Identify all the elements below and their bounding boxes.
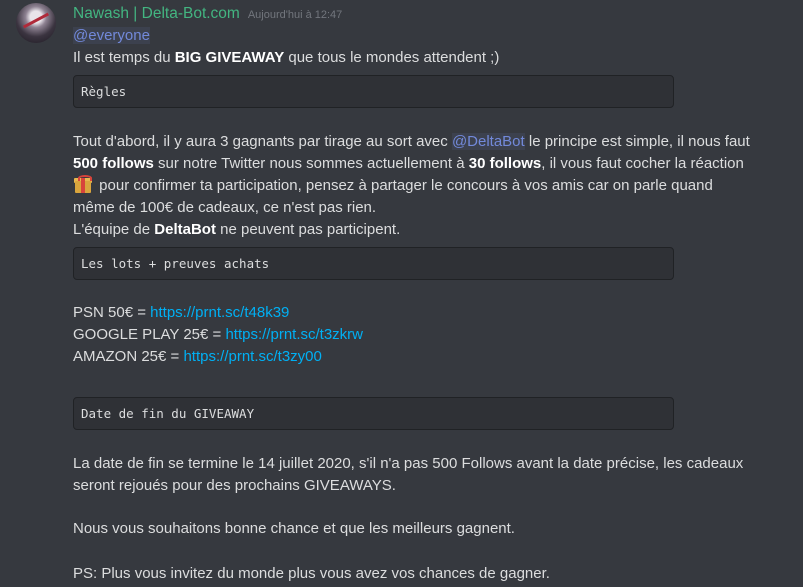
prize-item: GOOGLE PLAY 25€ = https://prnt.sc/t3zkrw (73, 326, 363, 343)
code-block-rules: Règles (73, 75, 674, 108)
prizes-list: PSN 50€ = https://prnt.sc/t48k39 GOOGLE … (73, 302, 763, 368)
good-luck-line: Nous vous souhaitons bonne chance et que… (73, 520, 515, 537)
author-name[interactable]: Nawash | Delta-Bot.com (73, 5, 240, 23)
avatar[interactable] (16, 3, 56, 43)
code-block-prizes: Les lots + preuves achats (73, 247, 674, 280)
message-header: Nawash | Delta-Bot.com Aujourd'hui à 12:… (73, 5, 342, 25)
ps-line: PS: Plus vous invitez du monde plus vous… (73, 565, 550, 582)
code-block-end-date: Date de fin du GIVEAWAY (73, 397, 674, 430)
gift-icon (73, 175, 93, 193)
message-body-top: @everyone Il est temps du BIG GIVEAWAY q… (73, 25, 763, 69)
deltabot-mention[interactable]: @DeltaBot (451, 133, 525, 150)
prize-link-amazon[interactable]: https://prnt.sc/t3zy00 (183, 348, 321, 365)
intro-line: Il est temps du BIG GIVEAWAY que tous le… (73, 49, 500, 66)
prize-item: AMAZON 25€ = https://prnt.sc/t3zy00 (73, 348, 322, 365)
everyone-mention[interactable]: @everyone (73, 27, 150, 44)
prize-link-google-play[interactable]: https://prnt.sc/t3zkrw (225, 326, 363, 343)
rules-paragraph: Tout d'abord, il y aura 3 gagnants par t… (73, 133, 750, 238)
prize-item: PSN 50€ = https://prnt.sc/t48k39 (73, 304, 290, 321)
message-timestamp: Aujourd'hui à 12:47 (247, 9, 343, 21)
end-paragraph: La date de fin se termine le 14 juillet … (73, 455, 744, 494)
prize-link-psn[interactable]: https://prnt.sc/t48k39 (150, 304, 289, 321)
